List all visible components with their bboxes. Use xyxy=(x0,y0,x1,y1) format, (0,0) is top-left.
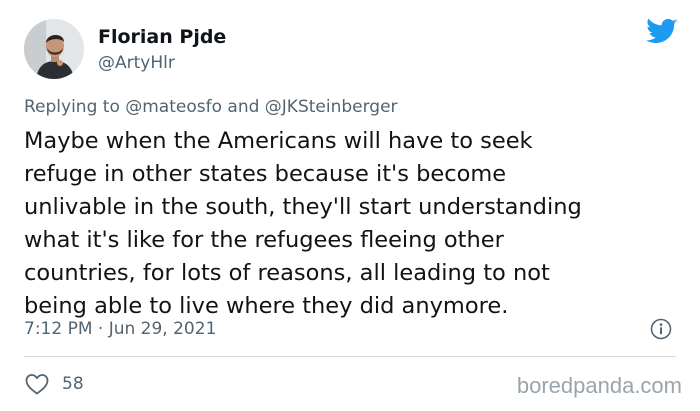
avatar-photo xyxy=(24,19,84,79)
watermark: boredpanda.com xyxy=(516,373,682,398)
reply-mention-jksteinberger[interactable]: @JKSteinberger xyxy=(265,97,398,117)
author-handle[interactable]: @ArtyHlr xyxy=(98,51,226,75)
tweet-timestamp[interactable]: 7:12 PM · Jun 29, 2021 xyxy=(24,318,216,340)
divider xyxy=(24,356,676,357)
like-count: 58 xyxy=(62,374,84,394)
heart-icon[interactable] xyxy=(24,372,50,396)
reply-prefix: Replying to xyxy=(24,97,120,117)
like-action[interactable]: 58 xyxy=(24,372,84,396)
twitter-bird-icon[interactable] xyxy=(646,18,678,46)
replying-to: Replying to @mateosfo and @JKSteinberger xyxy=(24,96,398,118)
info-icon[interactable] xyxy=(650,318,672,340)
avatar[interactable] xyxy=(24,19,84,79)
tweet-header: Florian Pjde @ArtyHlr xyxy=(24,19,226,79)
tweet-card: Florian Pjde @ArtyHlr Replying to @mateo… xyxy=(0,0,700,411)
reply-conjunction: and xyxy=(227,97,260,117)
tweet-text: Maybe when the Americans will have to se… xyxy=(24,128,582,319)
author-display-name[interactable]: Florian Pjde xyxy=(98,24,226,50)
author-names: Florian Pjde @ArtyHlr xyxy=(98,24,226,75)
reply-mention-mateosfo[interactable]: @mateosfo xyxy=(125,97,222,117)
